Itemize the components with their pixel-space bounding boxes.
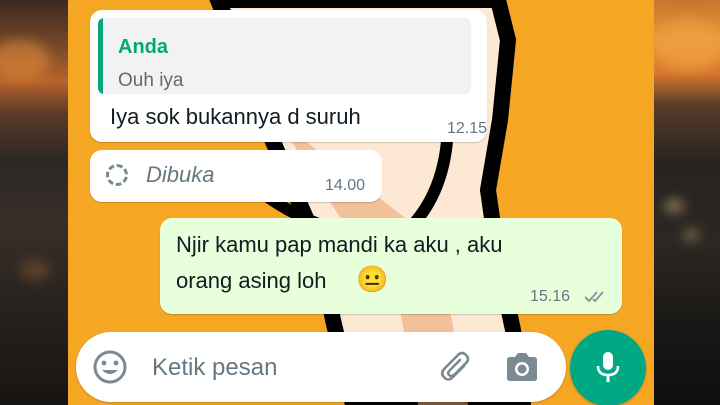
voice-record-button[interactable] [570, 330, 646, 405]
camera-icon[interactable] [504, 350, 540, 384]
message-text: Iya sok bukannya d suruh [110, 104, 361, 129]
message-time: 15.16 [530, 288, 571, 305]
view-once-bubble[interactable]: Dibuka 14.00 [90, 150, 382, 202]
double-tick-icon [584, 291, 604, 303]
quoted-text: Ouh iya [118, 70, 184, 91]
message-input-placeholder[interactable]: Ketik pesan [152, 354, 277, 382]
chat-area[interactable]: Anda Ouh iya Iya sok bukannya d suruh 12… [68, 0, 654, 405]
message-bubble-outgoing[interactable]: Njir kamu pap mandi ka aku , aku orang a… [160, 218, 622, 314]
message-input-bar[interactable]: Ketik pesan [76, 332, 566, 402]
right-blurred-background [654, 0, 720, 405]
paperclip-icon[interactable] [438, 349, 474, 385]
message-bubble-incoming[interactable]: Anda Ouh iya Iya sok bukannya d suruh 12… [90, 10, 487, 142]
quote-accent-bar [98, 18, 103, 94]
quoted-author: Anda [118, 36, 168, 58]
quoted-message[interactable]: Anda Ouh iya [98, 18, 471, 94]
message-time: 12.15 [447, 120, 488, 137]
neutral-face-emoji: 😐 [356, 264, 389, 294]
emoji-icon[interactable] [92, 349, 128, 385]
message-time: 14.00 [325, 177, 366, 194]
view-once-status: Dibuka [146, 162, 215, 187]
message-text-line-2: orang asing loh [176, 268, 327, 293]
message-text-line-1: Njir kamu pap mandi ka aku , aku [176, 232, 503, 257]
left-blurred-background [0, 0, 68, 405]
view-once-icon [106, 164, 128, 186]
microphone-icon [596, 352, 620, 382]
